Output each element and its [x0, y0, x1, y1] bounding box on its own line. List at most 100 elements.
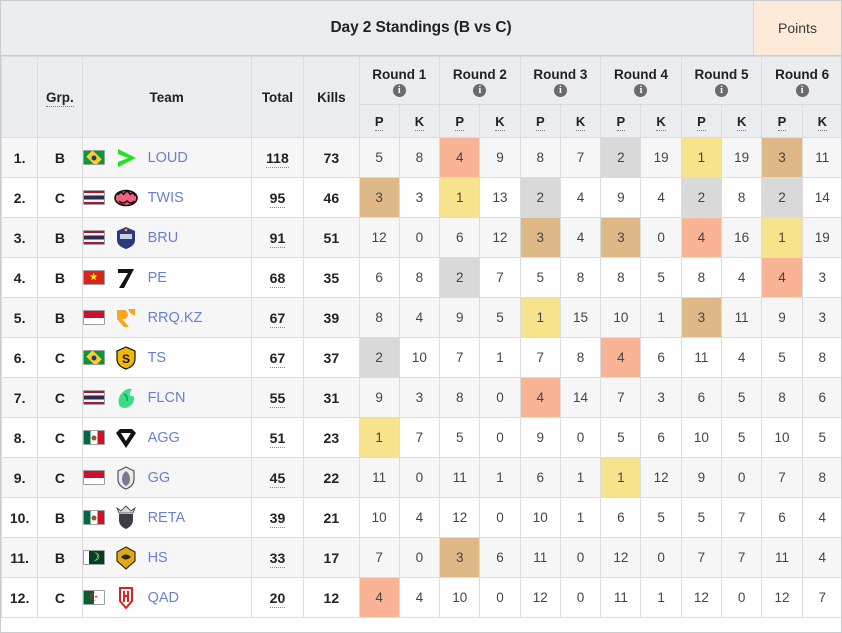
row-total-value[interactable]: 39	[269, 509, 286, 528]
kills-abbrev-label[interactable]: K	[656, 113, 666, 131]
table-row[interactable]: 10. B RETA 39 21 10 4 12 0 10 1 6 5 5 7 6 4	[1, 497, 841, 538]
info-icon[interactable]: i	[634, 83, 648, 97]
row-total-value[interactable]: 51	[269, 429, 286, 448]
team-name-link[interactable]: RRQ.KZ	[148, 310, 203, 326]
row-total-value[interactable]: 67	[269, 349, 286, 368]
table-row[interactable]: 9. C GG 45 22 11 0 11 1 6 1 1 12 9 0 7 8	[1, 457, 841, 498]
info-icon[interactable]: i	[553, 83, 567, 97]
placement-abbrev-label[interactable]: P	[374, 113, 384, 131]
row-round-6-kills: 7	[801, 577, 841, 618]
row-round-1-placement: 8	[358, 297, 400, 338]
row-round-6-placement: 2	[761, 177, 803, 218]
row-round-5-placement: 4	[680, 217, 723, 258]
kills-abbrev-label[interactable]: K	[495, 113, 505, 131]
row-round-2-placement: 10	[439, 577, 481, 618]
row-total-value[interactable]: 95	[269, 189, 286, 208]
table-row[interactable]: 4.BPE6835682758858443	[1, 257, 841, 298]
placement-abbrev-label[interactable]: P	[455, 113, 465, 131]
team-name-link[interactable]: RETA	[148, 510, 186, 526]
group-header-label[interactable]: Grp.	[46, 89, 74, 107]
row-round-2-placement: 3	[439, 537, 481, 578]
row-round-5-placement: 2	[680, 177, 723, 218]
row-round-1-kills: 8	[398, 137, 441, 178]
row-total-value[interactable]: 33	[269, 549, 286, 568]
kills-abbrev-label[interactable]: K	[817, 113, 827, 131]
row-total-value[interactable]: 118	[266, 149, 289, 168]
row-total-value[interactable]: 91	[269, 229, 286, 248]
round-label: Round 1	[372, 66, 427, 82]
table-row[interactable]: 2. C TWIS 95 46 3 3 1 13 2 4 9 4 2 8 2 14	[1, 177, 841, 218]
row-round-1-kills: 4	[398, 577, 441, 618]
column-header-round-6-kills: K	[801, 104, 841, 138]
row-round-2-kills: 6	[479, 537, 521, 578]
row-team-cell: QAD	[81, 577, 252, 618]
row-round-6-placement: 8	[761, 377, 803, 418]
row-total: 51	[250, 417, 305, 458]
row-kills: 23	[303, 417, 360, 458]
row-round-1-placement: 3	[358, 177, 400, 218]
table-row[interactable]: 8. C AGG 51 23 1 7 5 0 9 0 5 6 10 5 10 5	[1, 417, 841, 458]
row-total-value[interactable]: 67	[269, 309, 286, 328]
row-total-value[interactable]: 68	[269, 269, 286, 288]
rrq-logo	[113, 304, 140, 331]
kills-abbrev-label[interactable]: K	[736, 113, 747, 131]
team-name-link[interactable]: QAD	[148, 590, 179, 606]
team-name-link[interactable]: AGG	[148, 430, 180, 446]
row-total: 68	[250, 257, 305, 298]
info-icon[interactable]: i	[473, 83, 487, 97]
row-round-5-kills: 11	[721, 297, 763, 338]
row-round-3-kills: 1	[559, 497, 602, 538]
row-rank: 2.	[1, 177, 39, 218]
team-name-link[interactable]: LOUD	[148, 150, 188, 166]
row-team-cell: TWIS	[81, 177, 252, 218]
row-round-6-kills: 8	[801, 337, 841, 378]
table-row[interactable]: 7. C FLCN 55 31 9 3 8 0 4 14 7 3 6 5 8 6	[1, 377, 841, 418]
agg-logo	[113, 424, 140, 451]
row-round-3-kills: 15	[559, 297, 602, 338]
team-name-link[interactable]: FLCN	[148, 390, 186, 406]
row-total-value[interactable]: 55	[269, 389, 286, 408]
row-round-4-placement: 2	[600, 137, 642, 178]
row-round-5-kills: 0	[721, 457, 763, 498]
table-row[interactable]: 6. C S TS 67 37 2 10 7 1 7 8 4 6 11 4 5 8	[1, 337, 841, 378]
row-round-2-kills: 0	[479, 577, 521, 618]
table-row[interactable]: 5. B RRQ.KZ 67 39 8 4 9 5 1 15 10 1 3 11 9 3	[1, 297, 841, 338]
row-group: C	[37, 577, 83, 618]
team-name-link[interactable]: TWIS	[148, 190, 184, 206]
flag-indonesia-icon	[82, 310, 105, 325]
team-name-link[interactable]: TS	[148, 350, 167, 366]
table-row[interactable]: 3. B BRU 91 51 12 0 6 12 3 4 3 0 4 16 1 19	[1, 217, 841, 258]
row-round-4-kills: 0	[640, 217, 682, 258]
row-round-5-kills: 4	[721, 257, 763, 298]
row-round-5-placement: 1	[680, 137, 723, 178]
row-rank: 6.	[1, 337, 39, 378]
placement-abbrev-label[interactable]: P	[535, 113, 545, 131]
row-total-value[interactable]: 45	[269, 469, 286, 488]
table-row[interactable]: 11.BHS3317703611012077114	[1, 537, 841, 578]
points-toggle-button[interactable]: Points	[753, 1, 841, 55]
info-icon[interactable]: i	[392, 83, 406, 97]
team-name-link[interactable]: GG	[148, 470, 171, 486]
row-total-value[interactable]: 20	[269, 589, 286, 608]
placement-abbrev-label[interactable]: P	[616, 113, 626, 131]
row-round-4-placement: 6	[600, 497, 642, 538]
team-name-link[interactable]: HS	[148, 550, 168, 566]
table-row[interactable]: 12.CQAD201244100120111120127	[1, 577, 841, 618]
placement-abbrev-label[interactable]: P	[777, 113, 787, 131]
team-name-link[interactable]: BRU	[148, 230, 179, 246]
row-round-3-kills: 1	[559, 457, 602, 498]
info-icon[interactable]: i	[795, 83, 809, 97]
row-round-6-placement: 1	[761, 217, 803, 258]
row-group: C	[37, 377, 83, 418]
kills-abbrev-label[interactable]: K	[575, 113, 586, 131]
info-icon[interactable]: i	[715, 83, 729, 97]
table-row[interactable]: 1. B LOUD 118 73 5 8 4 9 8 7 2 19 1 19 3 11	[1, 137, 841, 178]
row-round-3-placement: 3	[519, 217, 561, 258]
row-kills: 73	[303, 137, 360, 178]
row-rank: 12.	[1, 577, 39, 618]
team-name-link[interactable]: PE	[148, 270, 167, 286]
row-round-2-kills: 1	[479, 337, 521, 378]
kills-abbrev-label[interactable]: K	[414, 113, 425, 131]
placement-abbrev-label[interactable]: P	[697, 113, 706, 131]
row-group: B	[37, 257, 83, 298]
